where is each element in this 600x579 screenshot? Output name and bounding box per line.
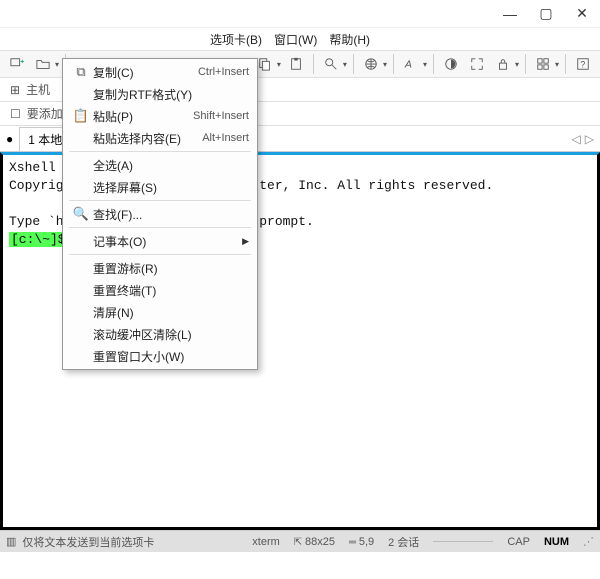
status-sessions: 2 会话 xyxy=(388,534,419,550)
new-tab-button[interactable] xyxy=(6,53,28,75)
search-icon: 🔍 xyxy=(71,206,91,222)
status-bar: ▥ 仅将文本发送到当前选项卡 xterm ⇱ 88x25 ═ 5,9 2 会话 … xyxy=(0,530,600,552)
tab-next-button[interactable]: ▷ xyxy=(585,132,594,146)
window-titlebar: — ▢ ✕ xyxy=(0,0,600,28)
status-size: ⇱ 88x25 xyxy=(294,536,335,548)
menubar: 选项卡(B) 窗口(W) 帮助(H) xyxy=(0,28,600,50)
find-button[interactable] xyxy=(320,53,342,75)
status-num: NUM xyxy=(544,536,569,548)
menu-paste[interactable]: 📋 粘贴(P) Shift+Insert xyxy=(65,105,255,127)
menu-help[interactable]: 帮助(H) xyxy=(329,31,370,48)
lock-dropdown-icon[interactable]: ▾ xyxy=(515,60,519,69)
find-dropdown-icon[interactable]: ▾ xyxy=(343,60,347,69)
tab-prev-button[interactable]: ◁ xyxy=(572,132,581,146)
maximize-button[interactable]: ▢ xyxy=(528,0,564,28)
menu-tabs[interactable]: 选项卡(B) xyxy=(210,31,262,48)
menu-reset-terminal[interactable]: 重置终端(T) xyxy=(65,279,255,301)
svg-text:A: A xyxy=(404,59,412,71)
globe-dropdown-icon[interactable]: ▾ xyxy=(383,60,387,69)
svg-text:?: ? xyxy=(580,60,585,70)
status-term: xterm xyxy=(252,536,280,548)
copy-icon: ⧉ xyxy=(71,64,91,80)
menu-select-screen[interactable]: 选择屏幕(S) xyxy=(65,176,255,198)
paste-icon: 📋 xyxy=(71,108,91,124)
context-menu: ⧉ 复制(C) Ctrl+Insert 复制为RTF格式(Y) 📋 粘贴(P) … xyxy=(62,58,258,370)
send-mode-label: 仅将文本发送到当前选项卡 xyxy=(22,534,154,550)
favorites-hint: 要添加 xyxy=(27,105,63,122)
bullet-icon: ● xyxy=(6,132,13,146)
help-button[interactable]: ? xyxy=(572,53,594,75)
paste-button[interactable] xyxy=(285,53,307,75)
close-button[interactable]: ✕ xyxy=(564,0,600,28)
menu-copy[interactable]: ⧉ 复制(C) Ctrl+Insert xyxy=(65,61,255,83)
color-button[interactable] xyxy=(440,53,462,75)
font-dropdown-icon[interactable]: ▾ xyxy=(423,60,427,69)
send-mode-icon[interactable]: ▥ xyxy=(6,535,16,548)
font-button[interactable]: A xyxy=(400,53,422,75)
menu-window[interactable]: 窗口(W) xyxy=(274,31,317,48)
bookmark-icon: ☐ xyxy=(10,107,21,121)
menu-select-all[interactable]: 全选(A) xyxy=(65,154,255,176)
sessions-dropdown-icon[interactable]: ▾ xyxy=(555,60,559,69)
menu-reset-window-size[interactable]: 重置窗口大小(W) xyxy=(65,345,255,367)
terminal-line: prompt. xyxy=(259,214,314,229)
menu-find[interactable]: 🔍 查找(F)... xyxy=(65,203,255,225)
fullscreen-button[interactable] xyxy=(466,53,488,75)
globe-button[interactable] xyxy=(360,53,382,75)
open-button[interactable] xyxy=(32,53,54,75)
terminal-prompt: [c:\~]$ xyxy=(9,232,68,247)
menu-paste-selection[interactable]: 粘贴选择内容(E) Alt+Insert xyxy=(65,127,255,149)
menu-scroll-clear[interactable]: 滚动缓冲区清除(L) xyxy=(65,323,255,345)
menu-notepad[interactable]: 记事本(O) xyxy=(65,230,255,252)
status-cap: CAP xyxy=(507,536,530,548)
status-cursor: ═ 5,9 xyxy=(349,536,374,548)
menu-clear[interactable]: 清屏(N) xyxy=(65,301,255,323)
lock-button[interactable] xyxy=(492,53,514,75)
status-separator xyxy=(433,541,493,542)
menu-reset-cursor[interactable]: 重置游标(R) xyxy=(65,257,255,279)
host-icon: ⊞ xyxy=(10,83,20,97)
sessions-button[interactable] xyxy=(532,53,554,75)
minimize-button[interactable]: — xyxy=(492,0,528,28)
resize-grip-icon[interactable]: ⋰ xyxy=(583,535,594,548)
host-label: 主机 xyxy=(26,81,50,98)
open-dropdown-icon[interactable]: ▾ xyxy=(55,60,59,69)
terminal-line: ter, Inc. All rights reserved. xyxy=(259,178,493,193)
copy-dropdown-icon[interactable]: ▾ xyxy=(277,60,281,69)
menu-copy-rtf[interactable]: 复制为RTF格式(Y) xyxy=(65,83,255,105)
